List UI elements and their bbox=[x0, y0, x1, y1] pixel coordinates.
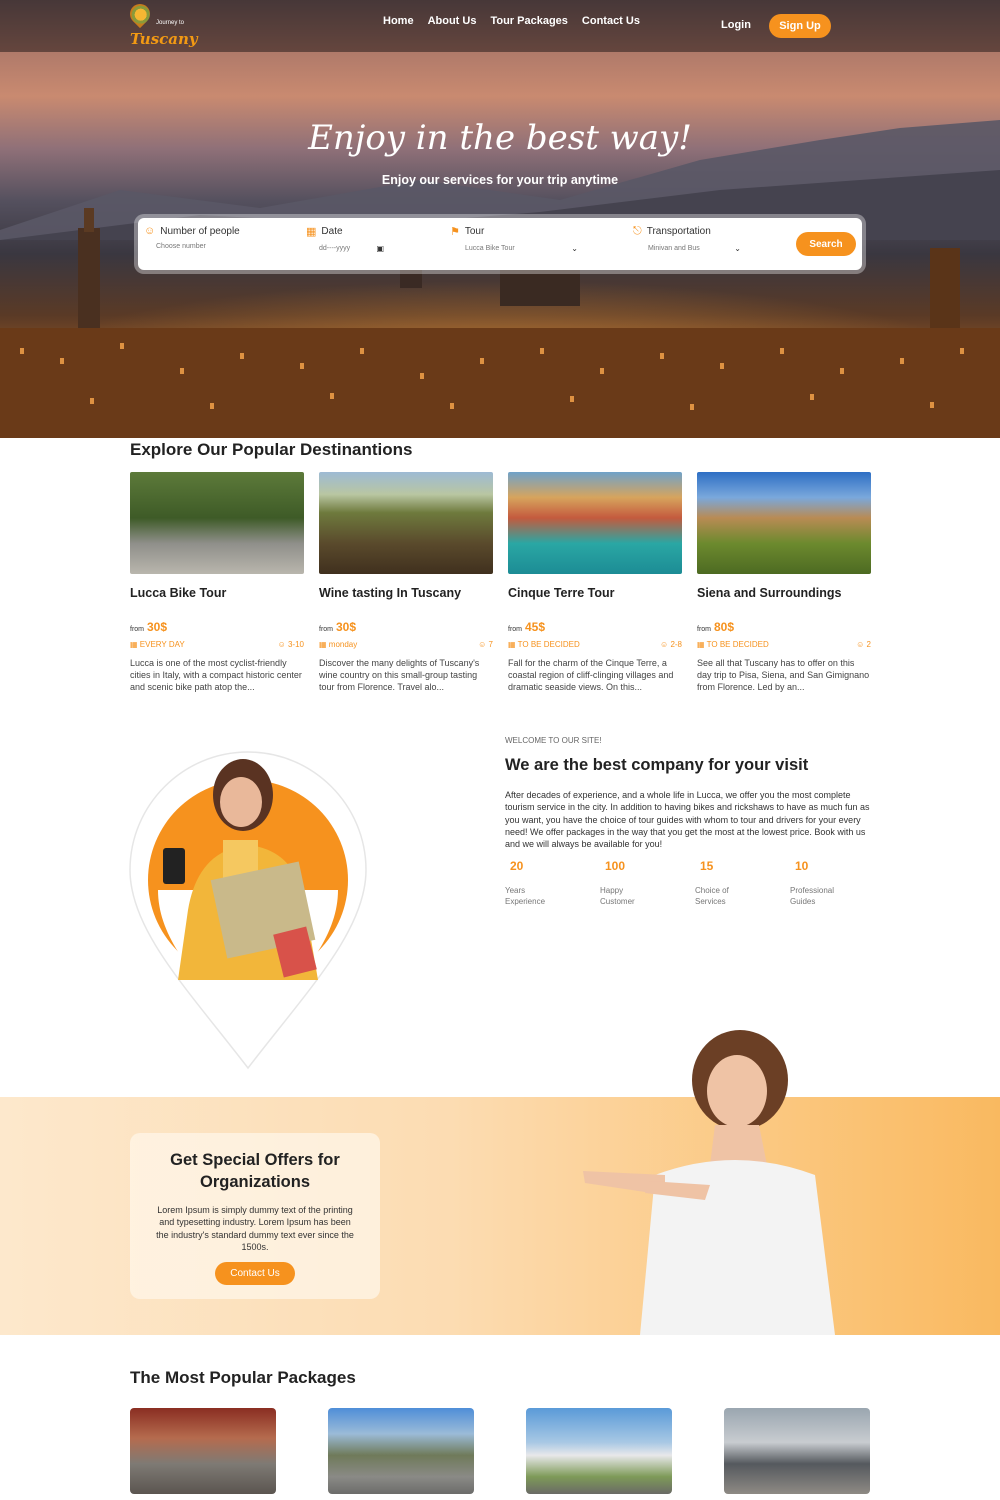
date-input[interactable]: dd----yyyy bbox=[319, 245, 350, 252]
transport-label: Transportation bbox=[646, 226, 711, 237]
bus-icon: ⎋ bbox=[633, 225, 642, 237]
cinque-terre-image[interactable] bbox=[508, 472, 682, 574]
stat-services: 15 Choice of Services bbox=[695, 859, 729, 906]
brand-logo[interactable]: Journey to Tuscany bbox=[125, 0, 198, 50]
search-button[interactable]: Search bbox=[796, 232, 856, 256]
transport-field[interactable]: ⎋ Transportation Minivan and Bus ⌄ bbox=[633, 225, 741, 253]
packages-title: The Most Popular Packages bbox=[130, 1368, 356, 1387]
logo-small-text: Journey to bbox=[156, 20, 185, 26]
group-size: ☺ 7 bbox=[478, 640, 493, 649]
calendar-icon: ▦ bbox=[306, 226, 317, 238]
main-menu: Home About Us Tour Packages Contact Us bbox=[383, 15, 640, 27]
package-rickshaw-image[interactable] bbox=[130, 1408, 276, 1494]
group-size: ☺ 3-10 bbox=[277, 640, 304, 649]
people-label: Number of people bbox=[160, 225, 240, 237]
siena-image[interactable] bbox=[697, 472, 871, 574]
package-bus-image[interactable] bbox=[526, 1408, 672, 1494]
destination-name[interactable]: Cinque Terre Tour bbox=[508, 586, 682, 616]
package-cycling-image[interactable] bbox=[328, 1408, 474, 1494]
destination-name[interactable]: Siena and Surroundings bbox=[697, 586, 871, 616]
lucca-bike-image[interactable] bbox=[130, 472, 304, 574]
destination-description: Lucca is one of the most cyclist-friendl… bbox=[130, 658, 302, 692]
destination-price: from 80$ bbox=[697, 620, 735, 634]
schedule: ▦ TO BE DECIDED bbox=[697, 640, 769, 649]
hero-title: Enjoy in the best way! bbox=[308, 118, 692, 158]
logo-name: Tuscany bbox=[130, 30, 198, 48]
offer-text: Lorem Ipsum is simply dummy text of the … bbox=[156, 1205, 354, 1252]
about-title: We are the best company for your visit bbox=[505, 756, 809, 774]
signup-button[interactable]: Sign Up bbox=[769, 14, 831, 38]
destination-name[interactable]: Lucca Bike Tour bbox=[130, 586, 304, 616]
stat-years: 20 Years Experience bbox=[505, 859, 546, 906]
tour-label: Tour bbox=[464, 226, 485, 237]
destination-description: Discover the many delights of Tuscany's … bbox=[319, 658, 480, 692]
date-field[interactable]: ▦ Date dd----yyyy ▣ bbox=[306, 225, 384, 253]
transport-select[interactable]: Minivan and Bus bbox=[648, 245, 700, 252]
logo-pin-icon bbox=[125, 0, 155, 29]
wine-tasting-image[interactable] bbox=[319, 472, 493, 574]
schedule: ▦ monday bbox=[319, 640, 358, 649]
offer-title: Get Special Offers for Organizations bbox=[170, 1151, 340, 1191]
schedule: ▦ EVERY DAY bbox=[130, 640, 185, 649]
nav-about-us[interactable]: About Us bbox=[428, 15, 477, 27]
tour-field[interactable]: ⚑ Tour Lucca Bike Tour ⌄ bbox=[450, 225, 578, 253]
destination-description: Fall for the charm of the Cinque Terre, … bbox=[508, 658, 674, 692]
group-size: ☺ 2 bbox=[856, 640, 871, 649]
special-offer-card: Get Special Offers for Organizations Lor… bbox=[130, 1133, 380, 1299]
destination-card[interactable]: Wine tasting In Tuscany from 30$ ▦ monday… bbox=[319, 472, 493, 693]
destinations-title: Explore Our Popular Destinantions bbox=[130, 440, 413, 459]
top-navigation: Journey to Tuscany Home About Us Tour Pa… bbox=[0, 0, 1000, 52]
contact-us-button[interactable]: Contact Us bbox=[215, 1262, 295, 1286]
date-label: Date bbox=[321, 226, 343, 237]
search-form: ☺ Number of people Choose number ▦ Date … bbox=[138, 218, 862, 270]
smiling-woman-pointing-image bbox=[583, 1030, 835, 1335]
nav-tour-packages[interactable]: Tour Packages bbox=[490, 15, 567, 27]
group-size: ☺ 2-8 bbox=[660, 640, 682, 649]
people-input[interactable]: Choose number bbox=[156, 243, 206, 250]
people-field[interactable]: ☺ Number of people Choose number bbox=[144, 225, 294, 250]
stat-guides: 10 Professional Guides bbox=[790, 859, 835, 906]
destination-card[interactable]: Lucca Bike Tour from 30$ ▦ EVERY DAY ☺ 3-… bbox=[130, 472, 304, 693]
date-picker-icon[interactable]: ▣ bbox=[376, 244, 384, 253]
nav-home[interactable]: Home bbox=[383, 15, 414, 27]
package-minivan-image[interactable] bbox=[724, 1408, 870, 1494]
flag-icon: ⚑ bbox=[450, 226, 460, 238]
destination-card[interactable]: Siena and Surroundings from 80$ ▦ TO BE D… bbox=[697, 472, 871, 693]
destination-description: See all that Tuscany has to offer on thi… bbox=[697, 658, 870, 692]
traveler-with-map-image bbox=[129, 751, 367, 1070]
about-text: After decades of experience, and a whole… bbox=[505, 790, 870, 850]
people-icon: ☺ bbox=[144, 225, 156, 237]
welcome-eyebrow: WELCOME TO OUR SITE! bbox=[505, 736, 602, 745]
destination-price: from 30$ bbox=[319, 620, 357, 634]
destination-price: from 45$ bbox=[508, 620, 546, 634]
stat-customers: 100 Happy Customer bbox=[600, 859, 635, 906]
login-link[interactable]: Login bbox=[721, 19, 751, 31]
chevron-down-icon[interactable]: ⌄ bbox=[571, 244, 578, 253]
tour-select[interactable]: Lucca Bike Tour bbox=[465, 245, 515, 252]
chevron-down-icon[interactable]: ⌄ bbox=[734, 244, 741, 253]
hero-subtitle: Enjoy our services for your trip anytime bbox=[381, 173, 619, 187]
destination-name[interactable]: Wine tasting In Tuscany bbox=[319, 586, 493, 616]
nav-contact-us[interactable]: Contact Us bbox=[582, 15, 640, 27]
destination-card[interactable]: Cinque Terre Tour from 45$ ▦ TO BE DECIDE… bbox=[508, 472, 682, 693]
destination-price: from 30$ bbox=[130, 620, 168, 634]
schedule: ▦ TO BE DECIDED bbox=[508, 640, 580, 649]
